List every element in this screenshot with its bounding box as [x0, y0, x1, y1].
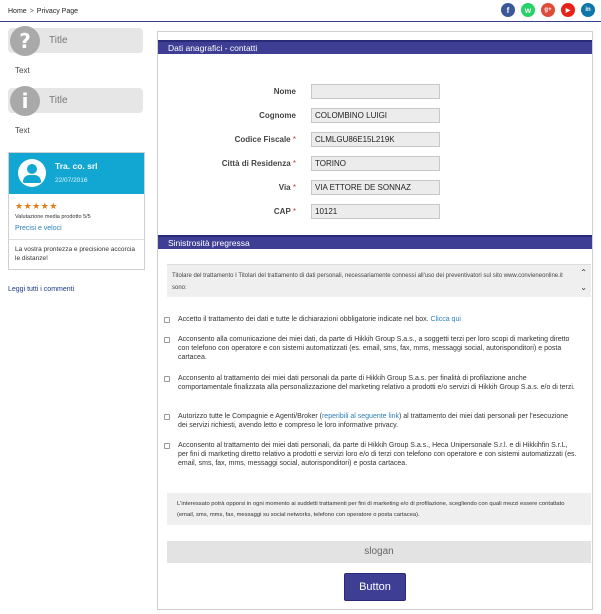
cap-input[interactable]: [311, 204, 440, 219]
scroll-down-icon[interactable]: ⌄: [580, 283, 587, 292]
field-cognome: Cognome: [158, 108, 592, 124]
social-links: f w g+ ▶ in: [501, 3, 595, 17]
consent-text: Acconsento al trattamento dei miei dati …: [178, 442, 577, 467]
consent-text: Accetto il trattamento dei dati e tutte …: [178, 316, 461, 323]
review-date: 22/07/2016: [55, 177, 88, 184]
field-codice-fiscale: Codice Fiscale *: [158, 132, 592, 148]
privacy-scroll-box[interactable]: Titolare del trattamento I Titolari del …: [167, 264, 591, 297]
review-divider: [9, 239, 144, 240]
field-label: Cognome: [259, 111, 296, 120]
via-input[interactable]: [311, 180, 440, 195]
google-plus-icon[interactable]: g+: [541, 3, 555, 17]
review-card: Tra. co. srl 22/07/2016 ★★★★★ Valutazion…: [8, 152, 145, 270]
info-box-info: i Title: [8, 86, 143, 116]
consent-text: Acconsento alla comunicazione dei miei d…: [178, 336, 570, 361]
linkedin-icon[interactable]: in: [581, 3, 595, 17]
nome-input[interactable]: [311, 84, 440, 99]
marketing-notice: L'interessato potrà opporsi in ogni mome…: [167, 493, 591, 525]
avatar-icon: [18, 159, 46, 187]
info-box-text: Text: [15, 126, 30, 135]
field-cap: CAP *: [158, 204, 592, 220]
clicca-qui-link[interactable]: Clicca qui: [431, 316, 461, 323]
field-label: Città di Residenza *: [221, 159, 296, 168]
top-bar: Home > Privacy Page f w g+ ▶ in: [0, 0, 601, 22]
consent-checkbox[interactable]: [164, 376, 170, 382]
review-subtitle: Precisi e veloci: [15, 225, 62, 232]
consent-checkbox[interactable]: [164, 337, 170, 343]
breadcrumb-current: Privacy Page: [36, 8, 79, 15]
reperibili-link[interactable]: reperibili al seguente link: [322, 413, 399, 420]
star-rating-icon: ★★★★★: [15, 201, 58, 211]
breadcrumb: Home > Privacy Page: [8, 8, 78, 15]
submit-button[interactable]: Button: [344, 573, 406, 601]
field-citta: Città di Residenza *: [158, 156, 592, 172]
consent-checkbox[interactable]: [164, 443, 170, 449]
review-rating-text: Valutazione media prodotto 5/5: [15, 214, 91, 220]
consent-checkbox[interactable]: [164, 414, 170, 420]
main-form: Dati anagrafici - contatti Nome Cognome …: [157, 31, 593, 610]
section-header-anagrafici: Dati anagrafici - contatti: [158, 40, 592, 54]
whatsapp-icon[interactable]: w: [521, 3, 535, 17]
cognome-input[interactable]: [311, 108, 440, 123]
consent-text: Acconsento al trattamento dei miei dati …: [178, 375, 575, 391]
review-header: Tra. co. srl 22/07/2016: [9, 153, 144, 194]
section-header-sinistrosita: Sinistrosità pregressa: [158, 235, 592, 249]
breadcrumb-separator: >: [29, 8, 34, 15]
scroll-up-icon[interactable]: ⌃: [580, 268, 587, 277]
review-company: Tra. co. srl: [55, 161, 98, 171]
info-box-question: ? Title: [8, 26, 143, 56]
question-icon: ?: [10, 26, 40, 56]
breadcrumb-home-link[interactable]: Home: [8, 8, 27, 15]
slogan: slogan: [167, 541, 591, 563]
consent-checkbox[interactable]: [164, 317, 170, 323]
codice-fiscale-input[interactable]: [311, 132, 440, 147]
info-box-title: Title: [49, 35, 68, 46]
citta-input[interactable]: [311, 156, 440, 171]
field-via: Via *: [158, 180, 592, 196]
privacy-text: Titolare del trattamento I Titolari del …: [172, 273, 563, 291]
consent-text: Autorizzo tutte le Compagnie e Agenti/Br…: [178, 413, 569, 429]
info-box-title: Title: [49, 95, 68, 106]
info-icon: i: [10, 86, 40, 116]
facebook-icon[interactable]: f: [501, 3, 515, 17]
info-box-text: Text: [15, 66, 30, 75]
field-label: CAP *: [273, 207, 296, 216]
read-all-comments-link[interactable]: Leggi tutti i commenti: [8, 286, 74, 293]
field-label: Nome: [273, 87, 296, 96]
field-label: Via *: [278, 183, 296, 192]
youtube-icon[interactable]: ▶: [561, 3, 575, 17]
review-quote: La vostra prontezza e precisione accorci…: [15, 246, 135, 262]
field-label: Codice Fiscale *: [234, 135, 296, 144]
field-nome: Nome: [158, 84, 592, 100]
